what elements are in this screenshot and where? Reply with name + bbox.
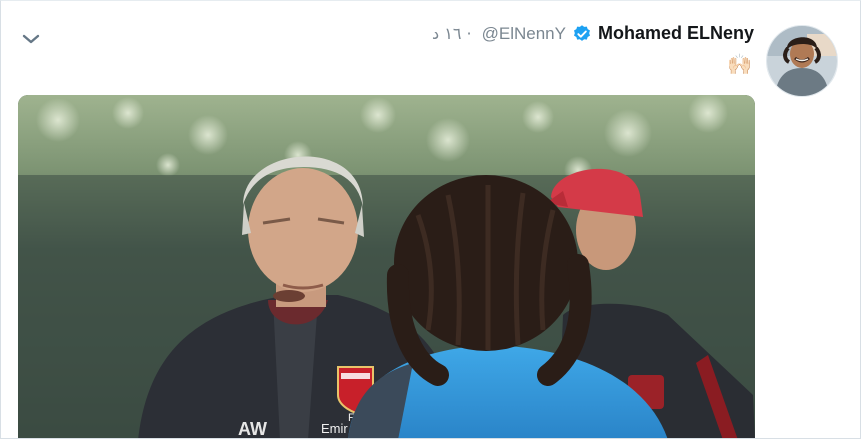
jacket-sponsor: Emir: [321, 421, 348, 436]
avatar[interactable]: [766, 25, 838, 97]
tweet-card: ١٦ د · @ElNennY Mohamed ELNeny 🙌🏻 AW Emi…: [0, 0, 861, 439]
chevron-down-icon[interactable]: [21, 29, 41, 49]
tweet-timestamp[interactable]: ١٦ د ·: [432, 24, 472, 43]
tweet-text: 🙌🏻: [727, 54, 752, 76]
verified-badge-icon: [573, 24, 590, 41]
user-handle[interactable]: @ElNennY: [482, 24, 566, 44]
tweet-header: ١٦ د · @ElNennY Mohamed ELNeny: [432, 23, 754, 44]
jacket-initials: AW: [238, 419, 267, 439]
tweet-photo[interactable]: AW Emir Fly: [18, 95, 755, 439]
user-display-name[interactable]: Mohamed ELNeny: [598, 23, 754, 44]
